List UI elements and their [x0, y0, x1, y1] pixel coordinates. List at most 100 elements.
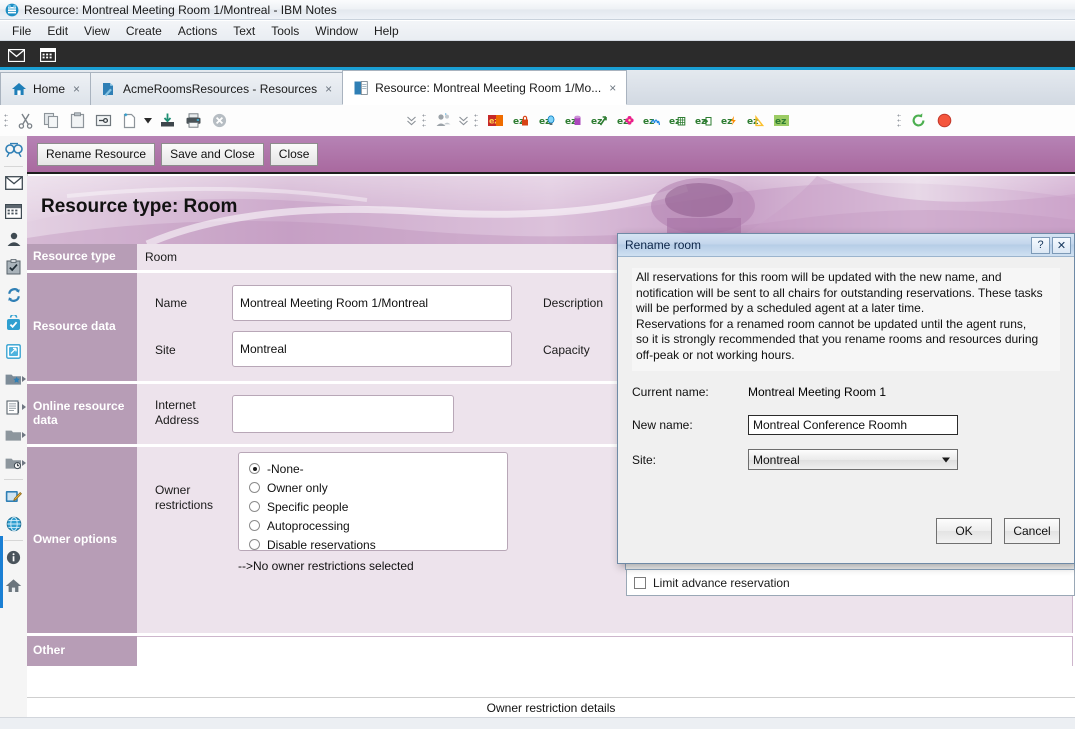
mail-icon[interactable]	[0, 169, 27, 197]
menu-help[interactable]: Help	[366, 22, 407, 40]
expand-arrow-icon-4[interactable]	[22, 460, 26, 466]
site-input[interactable]	[232, 331, 512, 367]
ez-grid-icon[interactable]: ez	[664, 108, 690, 134]
radio-indicator-specific-people[interactable]	[249, 501, 260, 512]
replication-icon[interactable]	[0, 281, 27, 309]
limit-advance-reservation-row[interactable]: Limit advance reservation	[626, 570, 1075, 596]
menu-create[interactable]: Create	[118, 22, 170, 40]
ok-button[interactable]: OK	[936, 518, 992, 544]
people-icon[interactable]	[430, 108, 456, 134]
radio-option-autoprocessing[interactable]: Autoprocessing	[249, 516, 497, 535]
ez-lock-icon[interactable]: ez	[508, 108, 534, 134]
widgets-icon[interactable]	[0, 337, 27, 365]
toolbar-grip-3[interactable]	[474, 112, 478, 129]
expand-arrow-icon[interactable]	[22, 376, 26, 382]
refresh-icon[interactable]	[905, 108, 931, 134]
ez-bolt-icon[interactable]: ez	[716, 108, 742, 134]
cancel-button[interactable]: Cancel	[1004, 518, 1060, 544]
toolbar-grip-4[interactable]	[897, 112, 901, 129]
mail-icon[interactable]	[0, 41, 32, 69]
tab-resource-montreal[interactable]: Resource: Montreal Meeting Room 1/Mo... …	[342, 70, 628, 105]
ez-red-icon[interactable]: ez	[482, 108, 508, 134]
toolbar-grip-2[interactable]	[422, 112, 426, 129]
ez-database-icon[interactable]: ez	[560, 108, 586, 134]
delete-icon[interactable]	[206, 108, 232, 134]
import-icon[interactable]	[154, 108, 180, 134]
rename-resource-button[interactable]: Rename Resource	[37, 142, 156, 166]
close-button[interactable]: Close	[269, 142, 319, 166]
dialog-current-name-value: Montreal Meeting Room 1	[748, 385, 887, 399]
ez-ruler-icon[interactable]: ez	[742, 108, 768, 134]
limit-advance-reservation-checkbox[interactable]	[634, 576, 646, 589]
tab-acmeroomsresources-close-icon[interactable]: ×	[325, 83, 332, 95]
history-folder-icon[interactable]	[0, 449, 27, 477]
favorites-folder-icon[interactable]	[0, 365, 27, 393]
radio-label-disable-reservations: Disable reservations	[267, 537, 376, 552]
chevron-double-down-icon[interactable]	[404, 108, 418, 134]
tab-resource-montreal-close-icon[interactable]: ×	[609, 82, 616, 94]
info-icon[interactable]	[0, 543, 27, 571]
radio-indicator-autoprocessing[interactable]	[249, 520, 260, 531]
stop-icon[interactable]	[931, 108, 957, 134]
paste-special-icon[interactable]	[90, 108, 116, 134]
radio-indicator-disable-reservations[interactable]	[249, 539, 260, 550]
expand-arrow-icon-3[interactable]	[22, 432, 26, 438]
radio-indicator-owner-only[interactable]	[249, 482, 260, 493]
help-button[interactable]: ?	[1031, 236, 1050, 254]
menu-actions[interactable]: Actions	[170, 22, 225, 40]
folder-icon[interactable]	[0, 421, 27, 449]
menu-tools[interactable]: Tools	[263, 22, 307, 40]
ez-export-icon[interactable]: ez	[690, 108, 716, 134]
tab-home[interactable]: Home ×	[0, 72, 92, 105]
sametime-icon[interactable]	[0, 309, 27, 337]
copy-icon[interactable]	[38, 108, 64, 134]
web-icon[interactable]	[0, 510, 27, 538]
ez-flower-icon[interactable]: ez	[612, 108, 638, 134]
compose-icon[interactable]	[0, 482, 27, 510]
ez-scribble-icon[interactable]: ez	[638, 108, 664, 134]
toolbar-grip[interactable]	[4, 112, 8, 129]
menu-text[interactable]: Text	[225, 22, 263, 40]
todo-icon[interactable]	[0, 253, 27, 281]
radio-option-disable-reservations[interactable]: Disable reservations	[249, 535, 497, 554]
ez-bulb-icon[interactable]: ez	[534, 108, 560, 134]
owner-restrictions-radio-group[interactable]: -None- Owner only Specific people Autopr…	[238, 452, 508, 554]
name-input[interactable]	[232, 285, 512, 321]
home-icon[interactable]	[0, 571, 27, 599]
site-select[interactable]: Montreal	[748, 449, 958, 470]
ez-green-icon[interactable]: ez	[768, 108, 794, 134]
page-title: Resource type: Room	[41, 196, 238, 217]
paste-icon[interactable]	[64, 108, 90, 134]
chevron-down-icon[interactable]	[942, 457, 950, 462]
chevron-double-down-icon-2[interactable]	[456, 108, 470, 134]
contacts-icon[interactable]	[0, 225, 27, 253]
svg-text:ez: ez	[721, 117, 732, 127]
calendar-icon[interactable]	[32, 41, 64, 69]
calendar-icon[interactable]	[0, 197, 27, 225]
new-document-icon[interactable]	[116, 108, 142, 134]
radio-indicator-none[interactable]	[249, 463, 260, 474]
close-icon[interactable]: ✕	[1052, 236, 1071, 254]
radio-option-owner-only[interactable]: Owner only	[249, 478, 497, 497]
field-label-internet-address: Internet Address	[155, 398, 200, 427]
search-icon[interactable]	[0, 136, 27, 164]
new-document-dropdown-caret-icon[interactable]	[142, 108, 154, 134]
new-name-input[interactable]	[748, 415, 958, 435]
internet-address-input[interactable]	[232, 395, 454, 433]
menu-file[interactable]: File	[4, 22, 39, 40]
tab-acmeroomsresources[interactable]: AcmeRoomsResources - Resources ×	[90, 72, 344, 105]
cut-icon[interactable]	[12, 108, 38, 134]
tab-home-close-icon[interactable]: ×	[73, 83, 80, 95]
status-bar: Owner restriction details	[27, 697, 1075, 718]
ez-branch-icon[interactable]: ez	[586, 108, 612, 134]
radio-option-specific-people[interactable]: Specific people	[249, 497, 497, 516]
radio-option-none[interactable]: -None-	[249, 459, 497, 478]
menu-edit[interactable]: Edit	[39, 22, 76, 40]
notebook-icon[interactable]	[0, 393, 27, 421]
menu-window[interactable]: Window	[307, 22, 366, 40]
save-and-close-button[interactable]: Save and Close	[161, 142, 264, 166]
expand-arrow-icon-2[interactable]	[22, 404, 26, 410]
print-icon[interactable]	[180, 108, 206, 134]
limit-advance-reservation-checkline[interactable]: Limit advance reservation	[634, 576, 790, 590]
menu-view[interactable]: View	[76, 22, 118, 40]
